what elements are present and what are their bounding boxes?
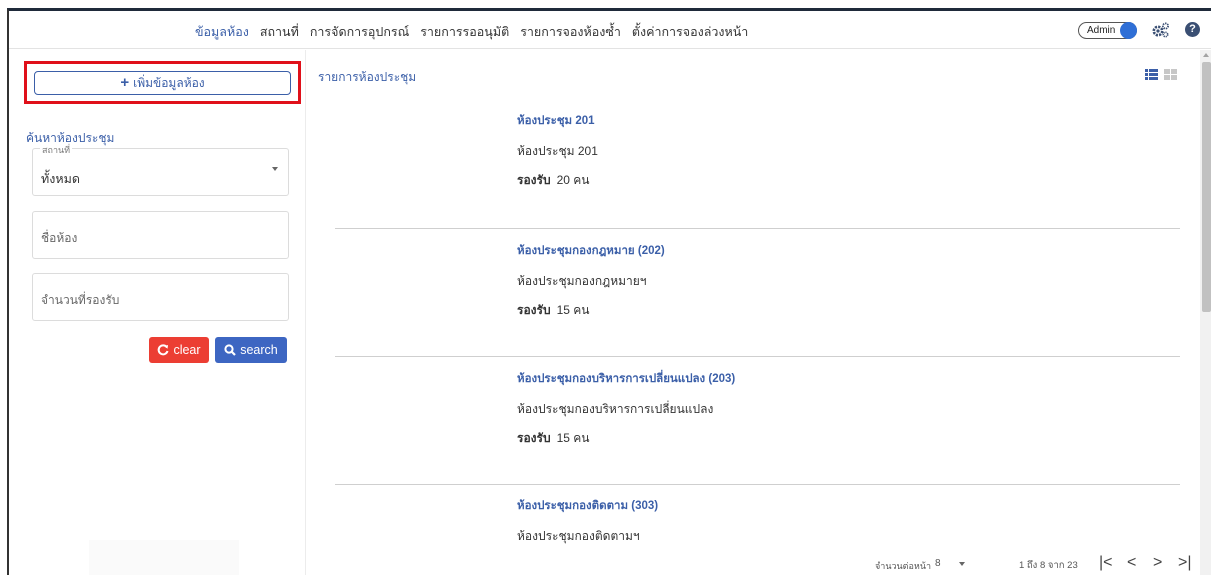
room-description: ห้องประชุม 201 (517, 144, 598, 158)
room-card[interactable]: ห้องประชุมกองบริหารการเปลี่ยนแปลง (203) … (517, 370, 917, 448)
scrollbar[interactable] (1200, 50, 1211, 575)
nav-advance-booking-settings[interactable]: ตั้งค่าการจองล่วงหน้า (632, 22, 748, 42)
search-button-label: search (240, 343, 278, 357)
toggle-knob (1120, 22, 1137, 39)
grid-view-icon[interactable] (1164, 69, 1177, 80)
capacity-unit: คน (573, 303, 590, 317)
room-card[interactable]: ห้องประชุมกองกฎหมาย (202) ห้องประชุมกองก… (517, 242, 917, 320)
room-name-field[interactable]: ชื่อห้อง (32, 211, 289, 259)
scroll-up-icon[interactable] (1203, 53, 1209, 57)
room-card[interactable]: ห้องประชุม 201 ห้องประชุม 201 รองรับ 20 ค… (517, 112, 917, 190)
list-view-icon[interactable] (1145, 69, 1158, 80)
room-capacity: รองรับ 20 คน (517, 171, 917, 190)
highlight-box: + เพิ่มข้อมูลห้อง (24, 61, 301, 104)
capacity-unit: คน (573, 173, 590, 187)
plus-icon: + (120, 74, 130, 91)
sidebar-footer-block (89, 540, 239, 575)
nav-pending-approval[interactable]: รายการรออนุมัติ (420, 22, 509, 42)
clear-button-label: clear (173, 343, 201, 357)
room-capacity: รองรับ 15 คน (517, 429, 917, 448)
place-select[interactable]: สถานที่ ทั้งหมด (32, 143, 289, 196)
room-list-panel: รายการห้องประชุม ห้องประชุม 201 ห้องประช… (307, 50, 1197, 575)
search-icon (224, 344, 237, 356)
place-select-label: สถานที่ (40, 143, 73, 157)
prev-page-button[interactable]: < (1127, 554, 1136, 572)
chevron-down-icon (272, 167, 278, 171)
room-capacity: รองรับ 15 คน (517, 301, 917, 320)
divider (335, 484, 1180, 485)
clear-button[interactable]: clear (149, 337, 209, 363)
chevron-down-icon[interactable] (959, 562, 965, 566)
place-select-value: ทั้งหมด (41, 172, 80, 186)
add-room-label: เพิ่มข้อมูลห้อง (133, 76, 205, 90)
capacity-unit: คน (573, 431, 590, 445)
refresh-icon (158, 344, 169, 356)
admin-toggle-label: Admin (1087, 25, 1116, 36)
pagination-bar: จำนวนต่อหน้า 8 1 ถึง 8 จาก 23 |< < > >| (307, 546, 1197, 575)
capacity-value: 15 (556, 303, 570, 317)
last-page-button[interactable]: >| (1178, 554, 1192, 572)
divider (335, 228, 1180, 229)
list-title: รายการห้องประชุม (318, 70, 417, 84)
capacity-placeholder: จำนวนที่รองรับ (41, 293, 120, 307)
room-title[interactable]: ห้องประชุม 201 (517, 112, 917, 130)
app-window: ข้อมูลห้อง สถานที่ การจัดการอุปกรณ์ รายก… (7, 8, 1211, 575)
room-description: ห้องประชุมกองบริหารการเปลี่ยนแปลง (517, 402, 714, 416)
admin-toggle[interactable]: Admin (1078, 22, 1137, 39)
per-page-select[interactable]: 8 (935, 558, 941, 569)
room-description: ห้องประชุมกองกฎหมายฯ (517, 274, 647, 288)
per-page-label: จำนวนต่อหน้า (875, 561, 932, 571)
nav-equipment[interactable]: การจัดการอุปกรณ์ (310, 22, 409, 42)
add-room-button[interactable]: + เพิ่มข้อมูลห้อง (34, 71, 291, 95)
nav-repeat-bookings[interactable]: รายการจองห้องซ้ำ (520, 22, 621, 42)
main-nav: ข้อมูลห้อง สถานที่ การจัดการอุปกรณ์ รายก… (195, 22, 759, 42)
scroll-thumb[interactable] (1202, 62, 1211, 312)
room-name-placeholder: ชื่อห้อง (41, 231, 78, 245)
capacity-label: รองรับ (517, 303, 551, 317)
top-navbar: ข้อมูลห้อง สถานที่ การจัดการอุปกรณ์ รายก… (9, 11, 1211, 49)
room-title[interactable]: ห้องประชุมกองบริหารการเปลี่ยนแปลง (203) (517, 370, 917, 388)
gear-icon[interactable] (1151, 20, 1171, 40)
capacity-field[interactable]: จำนวนที่รองรับ (32, 273, 289, 321)
room-description: ห้องประชุมกองติดตามฯ (517, 529, 640, 543)
divider (335, 356, 1180, 357)
help-icon[interactable]: ? (1185, 22, 1200, 37)
page-range: 1 ถึง 8 จาก 23 (1019, 560, 1078, 571)
capacity-value: 20 (556, 173, 570, 187)
nav-places[interactable]: สถานที่ (260, 22, 299, 42)
search-button[interactable]: search (215, 337, 287, 363)
capacity-label: รองรับ (517, 173, 551, 187)
sidebar: + เพิ่มข้อมูลห้อง ค้นหาห้องประชุม สถานที่… (9, 50, 306, 575)
capacity-value: 15 (556, 431, 570, 445)
first-page-button[interactable]: |< (1099, 554, 1113, 572)
room-title[interactable]: ห้องประชุมกองกฎหมาย (202) (517, 242, 917, 260)
nav-room-info[interactable]: ข้อมูลห้อง (195, 22, 249, 42)
capacity-label: รองรับ (517, 431, 551, 445)
room-title[interactable]: ห้องประชุมกองติดตาม (303) (517, 497, 917, 515)
next-page-button[interactable]: > (1153, 554, 1162, 572)
